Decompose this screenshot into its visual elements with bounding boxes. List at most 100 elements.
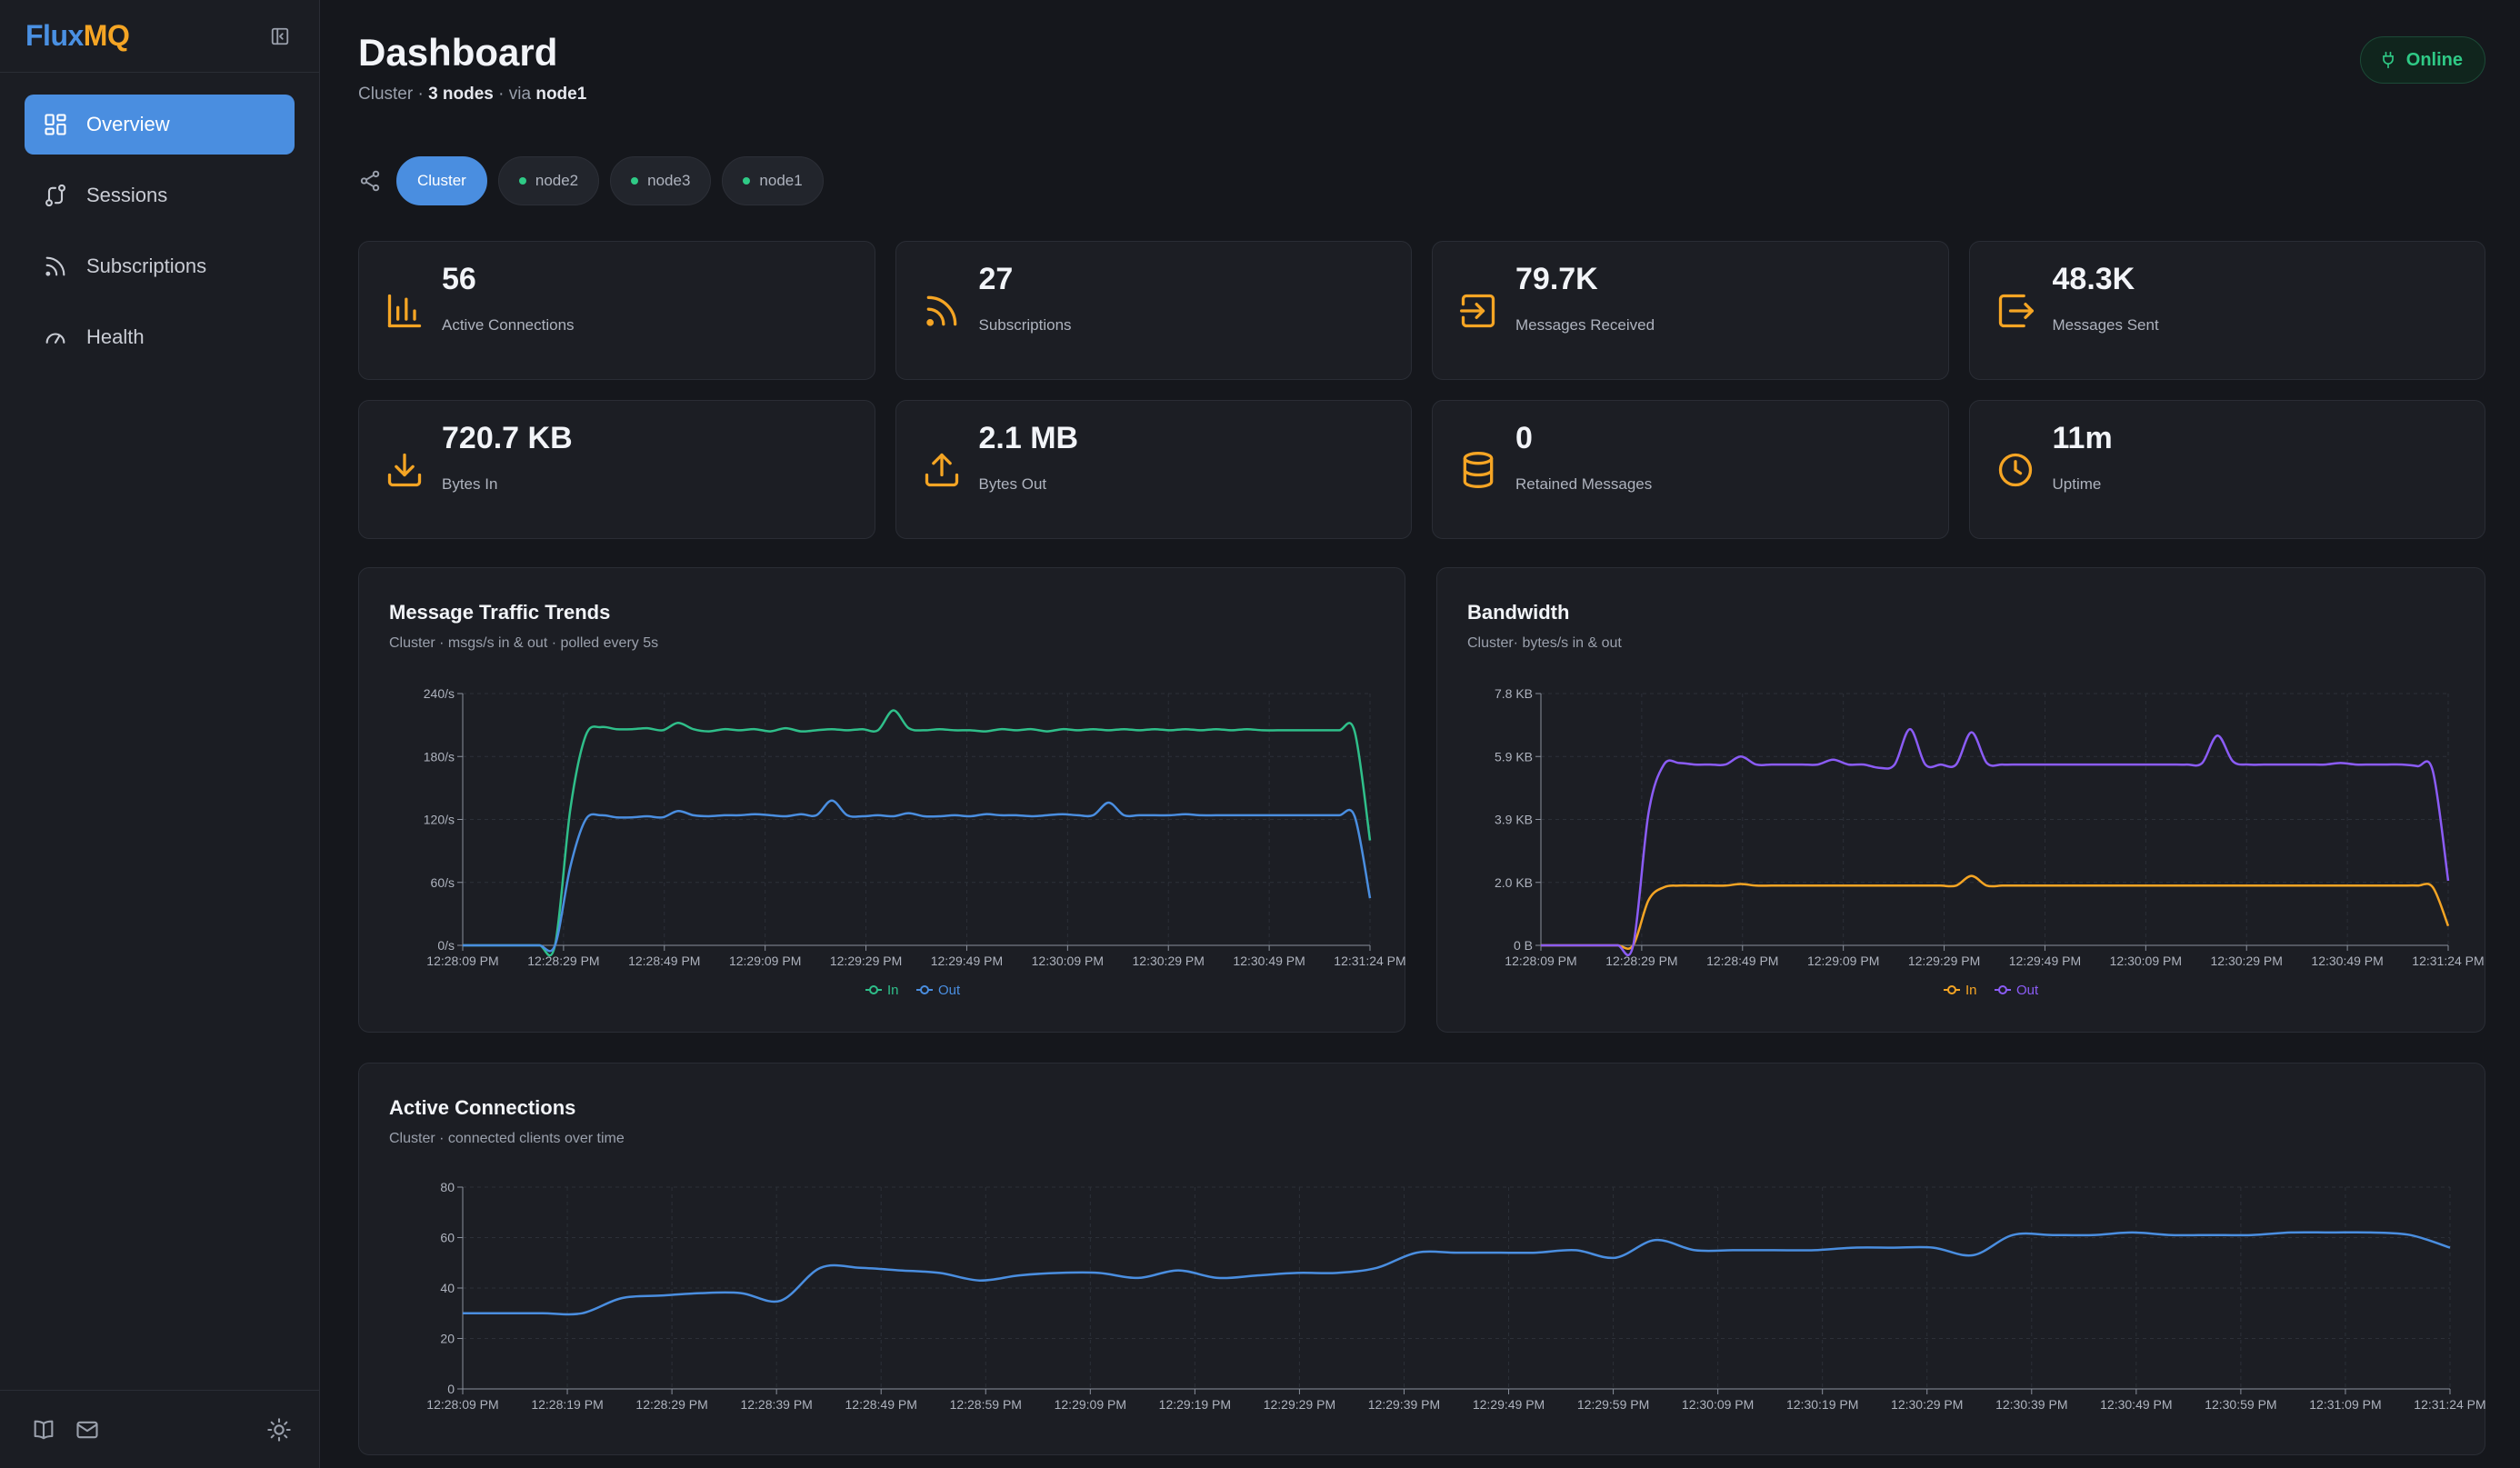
- upload-icon: [925, 453, 958, 487]
- legend-label: Out: [938, 983, 961, 998]
- stat-label: Uptime: [2052, 475, 2102, 493]
- chart-card-connections: 0 20 40 60 80 12:28:09 PM 12:28:19 PM 12:28:29 …: [358, 1063, 2486, 1455]
- x-tick-label: 12:30:59 PM: [2205, 1397, 2276, 1412]
- stat-label: Messages Received: [1515, 316, 1655, 334]
- y-tick-label: 0 B: [1514, 938, 1533, 953]
- stat-label: Bytes In: [442, 475, 498, 493]
- x-tick-label: 12:29:09 PM: [1807, 954, 1879, 968]
- legend-marker: [869, 985, 878, 994]
- stats-grid: 56 Active Connections 27 Subscriptions 7…: [358, 241, 2485, 539]
- x-tick-label: 12:29:29 PM: [830, 954, 902, 968]
- outbox-arrow-icon: [1998, 294, 2034, 328]
- legend-marker: [1998, 985, 2007, 994]
- x-tick-label: 12:30:29 PM: [2211, 954, 2283, 968]
- page-subtitle: Cluster · 3 nodes · via node1: [358, 85, 586, 105]
- share-icon: [360, 170, 380, 192]
- y-tick-label: 40: [440, 1281, 455, 1295]
- node-chip-node1[interactable]: node1: [722, 156, 824, 205]
- mail-icon[interactable]: [75, 1417, 100, 1443]
- subtitle-prefix: Cluster ·: [358, 85, 429, 104]
- stat-value: 79.7K: [1515, 262, 1598, 296]
- clock-icon: [1998, 453, 2032, 487]
- sidebar-item-subscriptions[interactable]: Subscriptions: [25, 236, 295, 296]
- x-tick-label: 12:28:09 PM: [426, 954, 498, 968]
- chip-label: node3: [647, 172, 691, 189]
- sidebar-item-overview[interactable]: Overview: [25, 95, 295, 155]
- x-tick-label: 12:29:09 PM: [1055, 1397, 1126, 1412]
- x-tick-label: 12:31:24 PM: [1334, 954, 1405, 968]
- sidebar-collapse-icon[interactable]: [268, 25, 292, 48]
- x-tick-label: 12:31:24 PM: [2414, 1397, 2485, 1412]
- online-dot: [631, 177, 639, 185]
- chip-label: node1: [759, 172, 803, 189]
- chip-label: node2: [535, 172, 579, 189]
- status-text: Online: [2405, 49, 2463, 70]
- series-line-in: [463, 709, 1372, 957]
- stat-card-active-connections: 56 Active Connections: [358, 241, 875, 380]
- x-tick-label: 12:30:19 PM: [1786, 1397, 1858, 1412]
- sidebar-item-health[interactable]: Health: [25, 307, 295, 367]
- legend-marker: [920, 985, 929, 994]
- node-chip-node2[interactable]: node2: [497, 156, 600, 205]
- sidebar-item-label: Health: [86, 325, 145, 348]
- node-chip-cluster[interactable]: Cluster: [396, 156, 487, 205]
- y-tick-label: 5.9 KB: [1495, 749, 1533, 764]
- database-icon: [1463, 452, 1494, 488]
- stat-value: 2.1 MB: [978, 421, 1079, 455]
- book-icon[interactable]: [31, 1417, 56, 1443]
- chart-subtitle: Cluster · connected clients over time: [389, 1131, 625, 1146]
- y-tick-label: 180/s: [424, 749, 455, 764]
- x-tick-label: 12:29:49 PM: [2009, 954, 2081, 968]
- sidebar-item-sessions[interactable]: Sessions: [25, 165, 295, 225]
- x-tick-label: 12:29:29 PM: [1264, 1397, 1335, 1412]
- x-tick-label: 12:28:49 PM: [628, 954, 700, 968]
- chart-subtitle: Cluster· bytes/s in & out: [1467, 635, 1622, 651]
- sidebar-item-label: Subscriptions: [86, 255, 207, 277]
- sidebar-item-label: Sessions: [86, 184, 168, 206]
- rss-icon: [45, 256, 65, 276]
- inbox-arrow-icon: [1460, 294, 1495, 328]
- y-tick-label: 120/s: [424, 813, 455, 827]
- chart-title: Bandwidth: [1467, 601, 1570, 624]
- brand-logo[interactable]: FluxMQ: [25, 19, 130, 53]
- stat-card-bytes-in: 720.7 KB Bytes In: [358, 400, 875, 539]
- x-tick-label: 12:28:39 PM: [740, 1397, 812, 1412]
- subtitle-node: node1: [535, 85, 587, 104]
- sidebar-nav: Overview Sessions Subscriptions Health: [0, 73, 319, 400]
- subtitle-nodes: 3 nodes: [428, 85, 494, 104]
- x-tick-label: 12:29:29 PM: [1908, 954, 1980, 968]
- series-line-in: [1541, 874, 2450, 950]
- stat-value: 27: [978, 262, 1014, 296]
- x-tick-label: 12:29:49 PM: [931, 954, 1003, 968]
- node-chip-node3[interactable]: node3: [610, 156, 712, 205]
- brand-row: FluxMQ: [0, 0, 319, 73]
- stat-card-uptime: 11m Uptime: [1968, 400, 2485, 539]
- plug-icon: [2382, 51, 2394, 69]
- x-tick-label: 12:30:39 PM: [1995, 1397, 2067, 1412]
- sun-icon[interactable]: [266, 1417, 292, 1443]
- brand-part1: Flux: [25, 19, 84, 52]
- chart-title: Message Traffic Trends: [389, 601, 611, 624]
- stat-label: Subscriptions: [978, 316, 1072, 334]
- stat-label: Retained Messages: [1515, 475, 1653, 493]
- x-tick-label: 12:30:09 PM: [1682, 1397, 1754, 1412]
- chart-card-traffic: 0/s 60/s 120/s 180/s 240/s 12:28:09 PM 12:28:2…: [358, 567, 1406, 1033]
- x-tick-label: 12:29:49 PM: [1473, 1397, 1545, 1412]
- x-tick-label: 12:30:49 PM: [2311, 954, 2383, 968]
- stat-label: Bytes Out: [978, 475, 1047, 493]
- x-tick-label: 12:29:19 PM: [1159, 1397, 1231, 1412]
- x-tick-label: 12:30:29 PM: [1133, 954, 1205, 968]
- node-selector: Cluster node2 node3 node1: [358, 156, 824, 205]
- series-line-out: [1541, 727, 2450, 956]
- stat-card-messages-received: 79.7K Messages Received: [1432, 241, 1949, 380]
- y-tick-label: 60: [440, 1231, 455, 1245]
- online-dot: [518, 177, 526, 185]
- y-tick-label: 80: [440, 1180, 455, 1194]
- y-tick-label: 0/s: [437, 938, 455, 953]
- gauge-icon: [45, 333, 65, 344]
- sidebar: FluxMQ Overview Sessions Subscriptions H…: [0, 0, 320, 1468]
- x-tick-label: 12:31:24 PM: [2412, 954, 2484, 968]
- page-title: Dashboard: [358, 31, 558, 74]
- stat-card-retained-messages: 0 Retained Messages: [1432, 400, 1949, 539]
- x-tick-label: 12:28:09 PM: [426, 1397, 498, 1412]
